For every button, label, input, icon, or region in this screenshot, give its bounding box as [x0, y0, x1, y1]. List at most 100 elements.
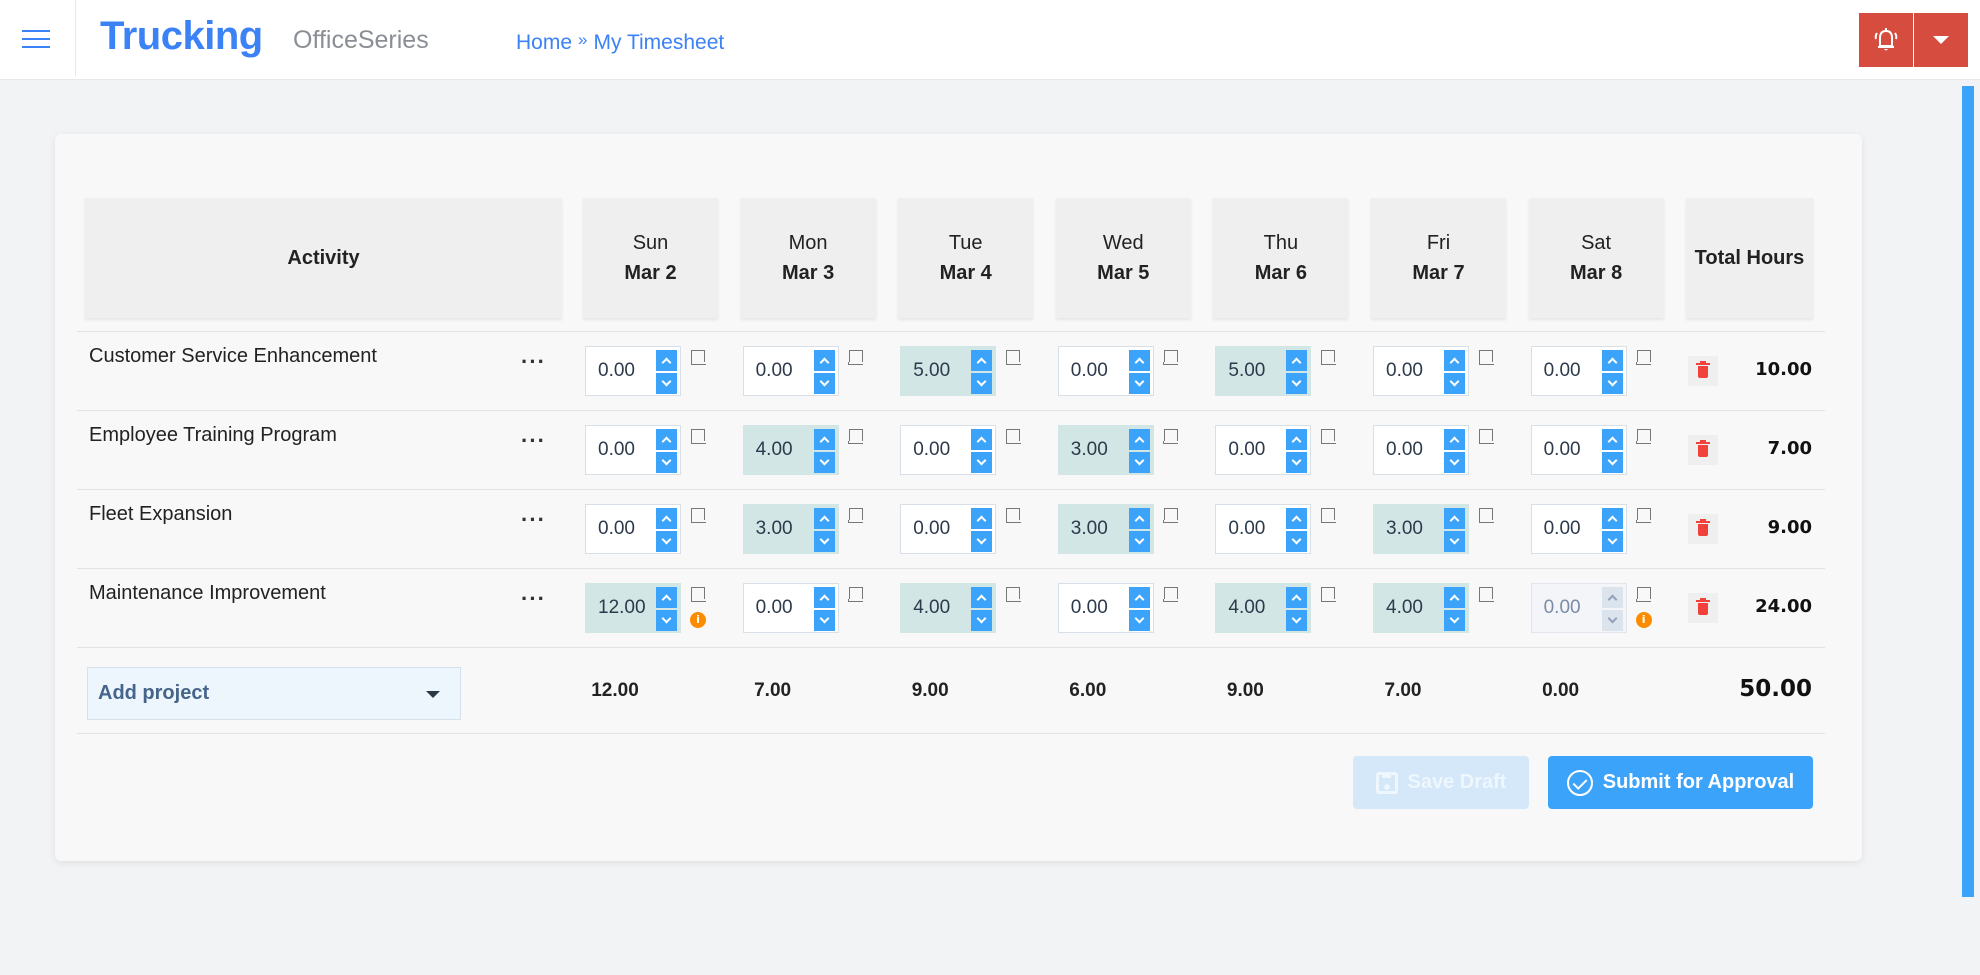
hours-input[interactable]: [1215, 583, 1312, 633]
decrement-button[interactable]: [656, 373, 677, 394]
hours-input[interactable]: [742, 504, 839, 554]
increment-button[interactable]: [656, 587, 677, 608]
hours-field[interactable]: [901, 426, 972, 474]
increment-button[interactable]: [1444, 587, 1465, 608]
decrement-button[interactable]: [971, 610, 993, 631]
comment-icon[interactable]: [1320, 350, 1336, 365]
hours-field[interactable]: [1374, 584, 1444, 632]
hours-input[interactable]: [1057, 504, 1154, 554]
increment-button[interactable]: [1601, 350, 1623, 371]
save-draft-button[interactable]: Save Draft: [1353, 756, 1529, 809]
hours-field[interactable]: [1374, 426, 1444, 474]
increment-button[interactable]: [1444, 350, 1465, 371]
hours-input[interactable]: [1057, 346, 1154, 396]
increment-button[interactable]: [1128, 429, 1150, 450]
decrement-button[interactable]: [1128, 373, 1150, 394]
hours-field[interactable]: [1531, 426, 1602, 474]
hours-field[interactable]: [1058, 347, 1129, 395]
comment-icon[interactable]: [1636, 350, 1652, 365]
comment-icon[interactable]: [690, 350, 706, 365]
hours-input[interactable]: [1057, 583, 1154, 633]
notifications-dropdown-button[interactable]: [1914, 13, 1968, 67]
hours-input[interactable]: [1530, 504, 1627, 554]
decrement-button[interactable]: [1601, 452, 1623, 473]
increment-button[interactable]: [1286, 429, 1308, 450]
decrement-button[interactable]: [656, 531, 677, 552]
increment-button[interactable]: [656, 350, 677, 371]
hours-field[interactable]: [586, 347, 656, 395]
hours-field[interactable]: [1531, 347, 1602, 395]
comment-icon[interactable]: [1478, 587, 1494, 602]
add-project-dropdown[interactable]: Add project: [87, 667, 461, 720]
hours-input[interactable]: [1215, 346, 1312, 396]
hours-input[interactable]: [1373, 504, 1469, 554]
decrement-button[interactable]: [813, 373, 835, 394]
hours-input[interactable]: [585, 425, 681, 475]
hours-field[interactable]: [743, 505, 814, 553]
increment-button[interactable]: [1601, 429, 1623, 450]
row-menu-icon[interactable]: ···: [521, 586, 546, 612]
hours-input[interactable]: [742, 346, 839, 396]
hours-field[interactable]: [1058, 584, 1129, 632]
brand-logo[interactable]: Trucking: [100, 14, 263, 59]
hours-input[interactable]: [585, 346, 681, 396]
comment-icon[interactable]: [690, 429, 706, 444]
decrement-button[interactable]: [971, 531, 993, 552]
hours-input[interactable]: [900, 583, 997, 633]
hours-field[interactable]: [586, 505, 656, 553]
increment-button[interactable]: [1444, 508, 1465, 529]
decrement-button[interactable]: [1286, 452, 1308, 473]
comment-icon[interactable]: [1163, 350, 1179, 365]
increment-button[interactable]: [1286, 508, 1308, 529]
row-menu-icon[interactable]: ···: [521, 507, 546, 533]
hours-input[interactable]: [585, 583, 681, 633]
decrement-button[interactable]: [656, 610, 677, 631]
hours-input[interactable]: [1530, 346, 1627, 396]
hours-field[interactable]: [901, 584, 972, 632]
hours-field[interactable]: [586, 584, 656, 632]
decrement-button[interactable]: [813, 531, 835, 552]
hours-field[interactable]: [1216, 426, 1287, 474]
hours-field[interactable]: [901, 505, 972, 553]
increment-button[interactable]: [813, 429, 835, 450]
hours-field[interactable]: [1374, 347, 1444, 395]
increment-button[interactable]: [1286, 587, 1308, 608]
comment-icon[interactable]: [1005, 350, 1021, 365]
notifications-button[interactable]: [1859, 13, 1913, 67]
decrement-button[interactable]: [1128, 531, 1150, 552]
increment-button[interactable]: [1444, 429, 1465, 450]
comment-icon[interactable]: [1478, 508, 1494, 523]
hours-input[interactable]: [1373, 425, 1469, 475]
hours-field[interactable]: [1058, 426, 1129, 474]
hours-input[interactable]: [585, 504, 681, 554]
comment-icon[interactable]: [1320, 587, 1336, 602]
comment-icon[interactable]: [848, 587, 864, 602]
decrement-button[interactable]: [1286, 373, 1308, 394]
hours-field[interactable]: [1216, 347, 1287, 395]
hours-field[interactable]: [743, 426, 814, 474]
comment-icon[interactable]: [1320, 429, 1336, 444]
comment-icon[interactable]: [1163, 587, 1179, 602]
hours-input[interactable]: [1373, 583, 1469, 633]
increment-button[interactable]: [971, 587, 993, 608]
breadcrumb-home[interactable]: Home: [516, 31, 572, 55]
increment-button[interactable]: [1286, 350, 1308, 371]
increment-button[interactable]: [813, 508, 835, 529]
hours-input[interactable]: [900, 346, 997, 396]
comment-icon[interactable]: [1636, 429, 1652, 444]
hours-field[interactable]: [1374, 505, 1444, 553]
increment-button[interactable]: [971, 429, 993, 450]
decrement-button[interactable]: [1444, 531, 1465, 552]
decrement-button[interactable]: [1128, 610, 1150, 631]
increment-button[interactable]: [1128, 587, 1150, 608]
hours-input[interactable]: [1215, 425, 1312, 475]
hours-input[interactable]: [1057, 425, 1154, 475]
hours-field[interactable]: [901, 347, 972, 395]
breadcrumb-my-timesheet[interactable]: My Timesheet: [594, 31, 725, 55]
comment-icon[interactable]: [1005, 508, 1021, 523]
hamburger-menu-icon[interactable]: [22, 28, 50, 50]
hours-input[interactable]: [900, 504, 997, 554]
increment-button[interactable]: [813, 587, 835, 608]
comment-icon[interactable]: [1005, 587, 1021, 602]
hours-field[interactable]: [586, 426, 656, 474]
